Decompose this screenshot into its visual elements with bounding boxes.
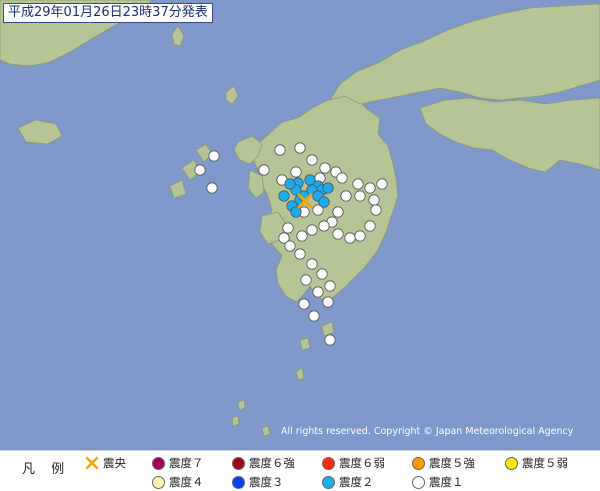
station-intensity-2 xyxy=(278,190,290,202)
station-intensity-1 xyxy=(206,182,218,194)
land-shape-14 xyxy=(299,337,311,351)
legend-item-1: 震度７ xyxy=(152,455,204,471)
legend-item-label: 震度６弱 xyxy=(339,456,385,470)
station-intensity-1 xyxy=(284,240,296,252)
intensity-swatch-icon xyxy=(232,475,245,489)
intensity-swatch-icon xyxy=(232,456,245,470)
legend-item-5: 震度５弱 xyxy=(505,455,568,471)
station-intensity-1 xyxy=(316,268,328,280)
station-intensity-1 xyxy=(344,232,356,244)
station-intensity-1 xyxy=(336,172,348,184)
legend-item-0: 震央 xyxy=(85,455,126,471)
station-intensity-1 xyxy=(370,204,382,216)
land-shape-16 xyxy=(237,399,246,411)
legend-panel: 凡 例 震央 震度７ 震度６強 震度６弱 震度５強 震度５弱震度４ 震度３ 震度２ 震度１ xyxy=(0,450,600,491)
legend-item-label: 震度５強 xyxy=(429,456,475,470)
station-intensity-1 xyxy=(368,194,380,206)
station-intensity-1 xyxy=(300,274,312,286)
station-intensity-1 xyxy=(194,164,206,176)
station-intensity-1 xyxy=(318,220,330,232)
station-intensity-1 xyxy=(332,228,344,240)
station-intensity-1 xyxy=(364,220,376,232)
station-intensity-1 xyxy=(290,166,302,178)
legend-item-7: 震度３ xyxy=(232,474,284,490)
legend-item-2: 震度６強 xyxy=(232,455,295,471)
station-intensity-1 xyxy=(306,154,318,166)
land-shape-9 xyxy=(329,3,600,105)
intensity-swatch-icon xyxy=(505,456,518,470)
intensity-swatch-icon xyxy=(152,475,165,489)
station-intensity-1 xyxy=(274,144,286,156)
station-intensity-1 xyxy=(296,230,308,242)
legend-item-label: 震度１ xyxy=(429,475,464,489)
seismic-map: 平成29年01月26日23時37分発表 All rights reserved.… xyxy=(0,0,600,450)
intensity-swatch-icon xyxy=(322,456,335,470)
announcement-title: 平成29年01月26日23時37分発表 xyxy=(3,3,213,23)
station-intensity-1 xyxy=(306,224,318,236)
legend-item-label: 震度７ xyxy=(169,456,204,470)
epicenter-legend-icon xyxy=(85,456,99,470)
station-intensity-1 xyxy=(294,248,306,260)
intensity-swatch-icon xyxy=(322,475,335,489)
land-shape-13 xyxy=(321,321,335,337)
legend-item-label: 震央 xyxy=(103,456,126,470)
station-intensity-1 xyxy=(376,178,388,190)
station-intensity-2 xyxy=(322,182,334,194)
station-intensity-1 xyxy=(294,142,306,154)
land-shape-10 xyxy=(419,97,600,173)
station-intensity-1 xyxy=(319,162,331,174)
legend-item-3: 震度６弱 xyxy=(322,455,385,471)
station-intensity-1 xyxy=(364,182,376,194)
legend-item-label: 震度３ xyxy=(249,475,284,489)
station-intensity-1 xyxy=(312,286,324,298)
station-intensity-1 xyxy=(332,206,344,218)
intensity-swatch-icon xyxy=(152,456,165,470)
station-intensity-1 xyxy=(322,296,334,308)
station-intensity-1 xyxy=(298,298,310,310)
station-intensity-1 xyxy=(324,280,336,292)
station-intensity-1 xyxy=(308,310,320,322)
land-shape-18 xyxy=(261,425,271,437)
station-intensity-1 xyxy=(354,230,366,242)
legend-item-label: 震度５弱 xyxy=(522,456,568,470)
station-intensity-2 xyxy=(318,196,330,208)
land-masses xyxy=(0,0,600,437)
legend-item-label: 震度６強 xyxy=(249,456,295,470)
map-canvas xyxy=(0,0,600,437)
land-shape-7 xyxy=(225,85,239,105)
station-intensity-2 xyxy=(284,178,296,190)
station-intensity-1 xyxy=(282,222,294,234)
station-intensity-1 xyxy=(354,190,366,202)
station-intensity-1 xyxy=(352,178,364,190)
land-shape-12 xyxy=(17,119,63,145)
land-shape-15 xyxy=(295,367,305,381)
legend-title: 凡 例 xyxy=(22,462,71,477)
station-intensity-1 xyxy=(306,258,318,270)
legend-item-8: 震度２ xyxy=(322,474,374,490)
station-intensity-1 xyxy=(324,334,336,346)
copyright-notice: All rights reserved. Copyright © Japan M… xyxy=(281,426,574,437)
legend-item-4: 震度５強 xyxy=(412,455,475,471)
legend-item-label: 震度２ xyxy=(339,475,374,489)
land-shape-6 xyxy=(169,179,187,199)
station-intensity-1 xyxy=(258,164,270,176)
land-shape-8 xyxy=(171,25,185,47)
legend-item-9: 震度１ xyxy=(412,474,464,490)
legend-item-6: 震度４ xyxy=(152,474,204,490)
station-intensity-2 xyxy=(290,206,302,218)
land-shape-17 xyxy=(231,415,240,427)
intensity-swatch-icon xyxy=(412,475,425,489)
station-intensity-1 xyxy=(340,190,352,202)
intensity-swatch-icon xyxy=(412,456,425,470)
station-intensity-1 xyxy=(208,150,220,162)
legend-item-label: 震度４ xyxy=(169,475,204,489)
